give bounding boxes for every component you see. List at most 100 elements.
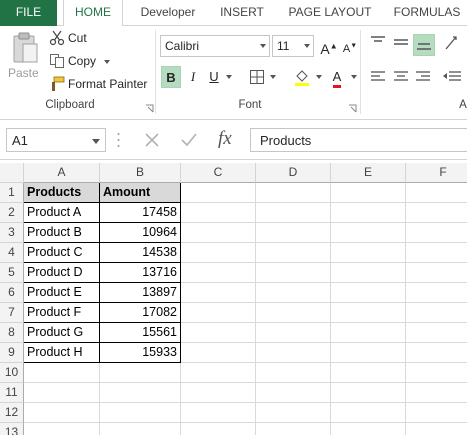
tab-home[interactable]: HOME [63, 0, 123, 27]
tab-developer[interactable]: Developer [134, 0, 202, 26]
cell-c4[interactable] [181, 243, 256, 263]
cell-a6[interactable]: Product E [24, 283, 100, 303]
cell-c13[interactable] [181, 423, 256, 435]
cell-c5[interactable] [181, 263, 256, 283]
cell-a5[interactable]: Product D [24, 263, 100, 283]
cell-e4[interactable] [331, 243, 406, 263]
cell-f2[interactable] [406, 203, 467, 223]
align-left-icon[interactable] [371, 71, 385, 83]
cell-a12[interactable] [24, 403, 100, 423]
cell-f7[interactable] [406, 303, 467, 323]
align-right-icon[interactable] [416, 71, 430, 83]
fill-color-button[interactable] [292, 66, 312, 88]
cell-e5[interactable] [331, 263, 406, 283]
font-size-select[interactable]: 11 [272, 35, 314, 57]
cell-e8[interactable] [331, 323, 406, 343]
borders-dropdown-icon[interactable] [270, 75, 276, 79]
cell-f13[interactable] [406, 423, 467, 435]
cell-f5[interactable] [406, 263, 467, 283]
cell-d12[interactable] [256, 403, 331, 423]
cell-e1[interactable] [331, 183, 406, 203]
cell-c9[interactable] [181, 343, 256, 363]
cell-c1[interactable] [181, 183, 256, 203]
cell-b1[interactable]: Amount [100, 183, 181, 203]
cell-f4[interactable] [406, 243, 467, 263]
row-header-11[interactable]: 11 [0, 383, 24, 403]
row-header-13[interactable]: 13 [0, 423, 24, 435]
cell-c11[interactable] [181, 383, 256, 403]
cell-b2[interactable]: 17458 [100, 203, 181, 223]
font-dialog-launcher-icon[interactable] [348, 104, 357, 113]
cell-d13[interactable] [256, 423, 331, 435]
align-center-icon[interactable] [394, 71, 408, 83]
row-header-4[interactable]: 4 [0, 243, 24, 263]
row-header-6[interactable]: 6 [0, 283, 24, 303]
cell-d1[interactable] [256, 183, 331, 203]
cell-d4[interactable] [256, 243, 331, 263]
cell-f11[interactable] [406, 383, 467, 403]
cell-b4[interactable]: 14538 [100, 243, 181, 263]
middle-align-icon[interactable] [394, 36, 408, 48]
increase-font-size-button[interactable]: A▲ [319, 35, 339, 57]
cell-b11[interactable] [100, 383, 181, 403]
cell-b9[interactable]: 15933 [100, 343, 181, 363]
cell-e2[interactable] [331, 203, 406, 223]
column-header-a[interactable]: A [24, 163, 100, 183]
cell-b10[interactable] [100, 363, 181, 383]
row-header-5[interactable]: 5 [0, 263, 24, 283]
row-header-3[interactable]: 3 [0, 223, 24, 243]
row-header-8[interactable]: 8 [0, 323, 24, 343]
cell-b8[interactable]: 15561 [100, 323, 181, 343]
cell-d3[interactable] [256, 223, 331, 243]
cell-d5[interactable] [256, 263, 331, 283]
row-header-7[interactable]: 7 [0, 303, 24, 323]
cell-b6[interactable]: 13897 [100, 283, 181, 303]
column-header-b[interactable]: B [100, 163, 181, 183]
row-header-1[interactable]: 1 [0, 183, 24, 203]
cell-f9[interactable] [406, 343, 467, 363]
column-header-c[interactable]: C [181, 163, 256, 183]
column-header-e[interactable]: E [331, 163, 406, 183]
cell-d9[interactable] [256, 343, 331, 363]
cancel-icon[interactable] [144, 132, 160, 148]
row-header-9[interactable]: 9 [0, 343, 24, 363]
cell-d6[interactable] [256, 283, 331, 303]
cell-e10[interactable] [331, 363, 406, 383]
decrease-indent-icon[interactable] [443, 71, 461, 83]
cell-d8[interactable] [256, 323, 331, 343]
cell-a11[interactable] [24, 383, 100, 403]
cell-a9[interactable]: Product H [24, 343, 100, 363]
cell-a7[interactable]: Product F [24, 303, 100, 323]
cell-f6[interactable] [406, 283, 467, 303]
cell-a10[interactable] [24, 363, 100, 383]
tab-file[interactable]: FILE [0, 0, 57, 26]
cell-e3[interactable] [331, 223, 406, 243]
insert-function-button[interactable]: fx [218, 128, 232, 150]
borders-button[interactable] [247, 66, 267, 88]
bottom-align-button[interactable] [413, 34, 435, 56]
row-header-12[interactable]: 12 [0, 403, 24, 423]
cell-d10[interactable] [256, 363, 331, 383]
cell-e9[interactable] [331, 343, 406, 363]
cell-a13[interactable] [24, 423, 100, 435]
cell-f12[interactable] [406, 403, 467, 423]
cell-d7[interactable] [256, 303, 331, 323]
cell-c10[interactable] [181, 363, 256, 383]
column-header-d[interactable]: D [256, 163, 331, 183]
cell-e13[interactable] [331, 423, 406, 435]
top-align-icon[interactable] [371, 36, 385, 48]
column-header-f[interactable]: F [406, 163, 467, 183]
cell-e7[interactable] [331, 303, 406, 323]
cell-b7[interactable]: 17082 [100, 303, 181, 323]
copy-dropdown-icon[interactable] [104, 60, 110, 64]
name-box[interactable]: A1 [6, 128, 106, 152]
tab-insert[interactable]: INSERT [214, 0, 270, 26]
cell-c6[interactable] [181, 283, 256, 303]
row-header-10[interactable]: 10 [0, 363, 24, 383]
cell-f8[interactable] [406, 323, 467, 343]
cell-a3[interactable]: Product B [24, 223, 100, 243]
bold-button[interactable]: B [161, 66, 181, 88]
orientation-icon[interactable] [443, 34, 461, 52]
cell-b5[interactable]: 13716 [100, 263, 181, 283]
tab-formulas[interactable]: FORMULAS [388, 0, 466, 26]
